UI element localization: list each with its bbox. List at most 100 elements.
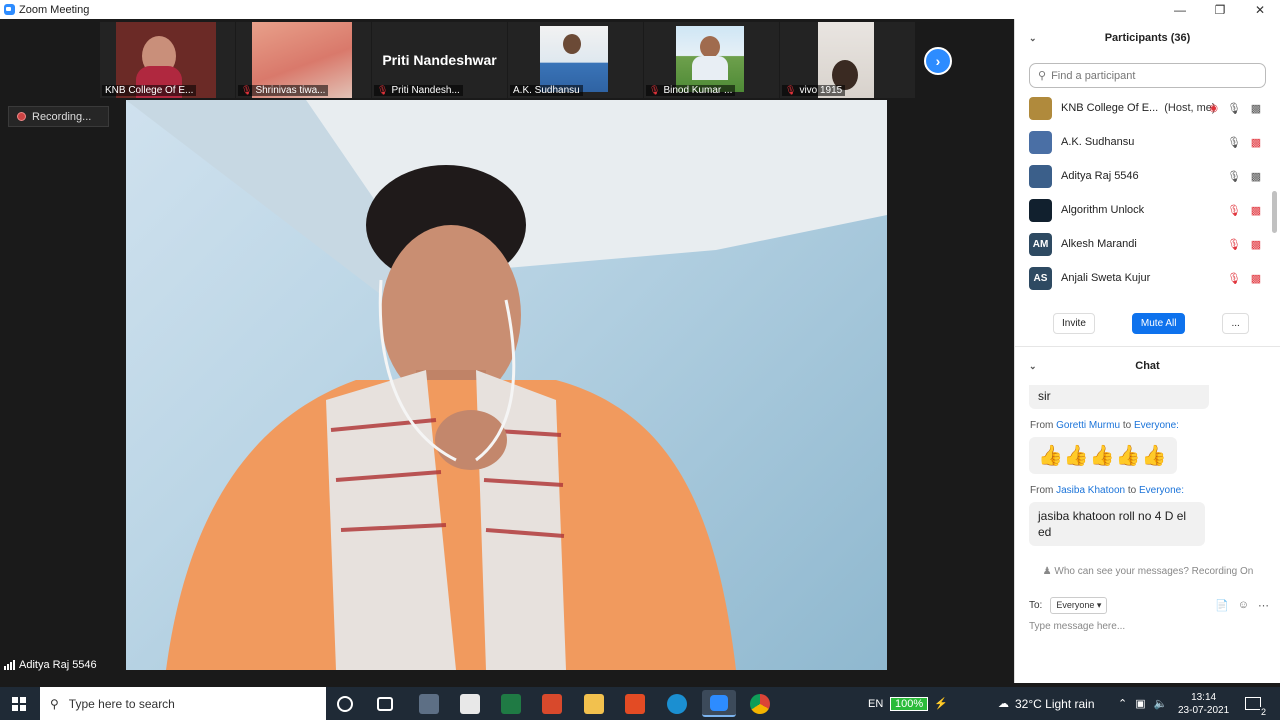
thumbnail-strip: KNB College Of E... 🎙 Shrinivas tiwa... P… bbox=[100, 22, 916, 98]
chrome-icon[interactable] bbox=[750, 694, 770, 714]
recording-dot-icon bbox=[17, 112, 26, 121]
windows-start-icon[interactable] bbox=[12, 697, 26, 711]
video-off-icon[interactable]: ▩ bbox=[1250, 136, 1262, 149]
app-icon[interactable] bbox=[419, 694, 439, 714]
collapse-chevron-icon[interactable]: ⌄ bbox=[1029, 33, 1037, 44]
notification-center[interactable]: 2 bbox=[1245, 687, 1267, 720]
video-camera-icon[interactable]: ▩ bbox=[1250, 170, 1262, 183]
recording-indicator[interactable]: Recording... bbox=[8, 106, 109, 127]
participant-row[interactable]: AS Anjali Sweta Kujur 🎙 ▩ bbox=[1015, 261, 1280, 295]
video-thumbnail[interactable]: 🎙 vivo 1915 bbox=[780, 22, 916, 98]
message-sender-line: From Jasiba Khatoon to Everyone: bbox=[1030, 485, 1185, 496]
side-panel: ⌄ Participants (36) ⚲ Find a participant… bbox=[1014, 19, 1280, 683]
chevron-up-icon[interactable]: ⌃ bbox=[1118, 697, 1127, 710]
battery-indicator[interactable]: 100% bbox=[890, 696, 929, 711]
microphone-off-icon[interactable]: 🎙 bbox=[1227, 204, 1241, 217]
video-thumbnail[interactable]: Priti Nandeshwar 🎙 Priti Nandesh... bbox=[372, 22, 508, 98]
search-icon: ⚲ bbox=[1038, 70, 1047, 82]
chat-message: jasiba khatoon roll no 4 D el ed bbox=[1029, 502, 1205, 546]
recipient-dropdown[interactable]: Everyone ▾ bbox=[1050, 597, 1108, 614]
collapse-chevron-icon[interactable]: ⌄ bbox=[1029, 361, 1037, 372]
avatar bbox=[1029, 96, 1052, 120]
office-icon[interactable] bbox=[625, 694, 645, 714]
zoom-icon[interactable] bbox=[702, 690, 736, 717]
windows-taskbar: ⚲ Type here to search EN 100% ⚡ ☁ 32°C L… bbox=[0, 687, 1280, 720]
file-explorer-icon[interactable] bbox=[584, 694, 604, 714]
video-thumbnail[interactable]: KNB College Of E... bbox=[100, 22, 236, 98]
edge-icon[interactable] bbox=[667, 694, 687, 714]
more-options-button[interactable]: ... bbox=[1222, 313, 1249, 334]
language-indicator[interactable]: EN bbox=[868, 698, 883, 710]
video-off-icon[interactable]: ▩ bbox=[1250, 238, 1262, 251]
microphone-icon[interactable]: 🎙 bbox=[1227, 136, 1241, 149]
microphone-off-icon[interactable]: 🎙 bbox=[1227, 238, 1241, 251]
chat-title: Chat bbox=[1135, 360, 1160, 372]
recipient-link[interactable]: Everyone: bbox=[1134, 420, 1179, 431]
thumbnail-label: 🎙 vivo 1915 bbox=[782, 85, 846, 96]
video-off-icon[interactable]: ▩ bbox=[1250, 272, 1262, 285]
participant-actions: Invite Mute All ... bbox=[1015, 301, 1280, 347]
window-controls: — ❐ ✕ bbox=[1160, 0, 1280, 19]
recipient-link[interactable]: Everyone: bbox=[1139, 485, 1184, 496]
sender-link[interactable]: Goretti Murmu bbox=[1056, 420, 1120, 431]
notification-icon: 2 bbox=[1245, 697, 1267, 717]
participant-row[interactable]: AM Alkesh Marandi 🎙 ▩ bbox=[1015, 227, 1280, 261]
thumbnail-label: KNB College Of E... bbox=[102, 85, 197, 96]
store-icon[interactable] bbox=[460, 694, 480, 714]
taskbar-search-box[interactable]: ⚲ Type here to search bbox=[40, 687, 326, 720]
mic-off-icon: 🎙 bbox=[785, 85, 797, 95]
avatar bbox=[1029, 198, 1052, 222]
video-camera-icon[interactable]: ▩ bbox=[1250, 102, 1262, 115]
maximize-icon[interactable]: ❐ bbox=[1200, 0, 1240, 19]
microphone-off-icon[interactable]: 🎙 bbox=[1227, 272, 1241, 285]
sender-link[interactable]: Jasiba Khatoon bbox=[1056, 485, 1125, 496]
message-visibility-note[interactable]: ♟ Who can see your messages? Recording O… bbox=[1015, 566, 1280, 577]
active-speaker-label: Aditya Raj 5546 bbox=[4, 659, 97, 671]
microphone-icon[interactable]: 🎙 bbox=[1227, 170, 1241, 183]
clock[interactable]: 13:14 23-07-2021 bbox=[1178, 687, 1229, 720]
close-icon[interactable]: ✕ bbox=[1240, 0, 1280, 19]
participant-row[interactable]: Algorithm Unlock 🎙 ▩ bbox=[1015, 193, 1280, 227]
participant-row[interactable]: Aditya Raj 5546 🎙 ▩ bbox=[1015, 159, 1280, 193]
speaker-video-frame bbox=[126, 100, 887, 670]
minimize-icon[interactable]: — bbox=[1160, 0, 1200, 19]
video-thumbnail[interactable]: A.K. Sudhansu bbox=[508, 22, 644, 98]
participant-row[interactable]: KNB College Of E... (Host, me) ◉ 🎙 ▩ bbox=[1015, 91, 1280, 125]
next-page-button[interactable]: › bbox=[924, 47, 952, 75]
avatar bbox=[1029, 130, 1052, 154]
zoom-app-icon bbox=[4, 4, 15, 15]
cortana-icon[interactable] bbox=[337, 696, 353, 712]
participant-list: KNB College Of E... (Host, me) ◉ 🎙 ▩ A.K… bbox=[1015, 91, 1280, 301]
mute-all-button[interactable]: Mute All bbox=[1131, 313, 1186, 334]
more-icon[interactable]: ⋯ bbox=[1258, 599, 1269, 612]
title-bar: Zoom Meeting — ❐ ✕ bbox=[0, 0, 1280, 19]
chat-message-input[interactable]: Type message here... bbox=[1029, 621, 1125, 632]
volume-icon[interactable]: 🔈 bbox=[1154, 697, 1168, 710]
video-thumbnail[interactable]: 🎙 Binod Kumar ... bbox=[644, 22, 780, 98]
mic-off-icon: 🎙 bbox=[241, 85, 253, 95]
video-off-icon[interactable]: ▩ bbox=[1250, 204, 1262, 217]
thumbnail-label: A.K. Sudhansu bbox=[510, 85, 583, 96]
video-area: KNB College Of E... 🎙 Shrinivas tiwa... P… bbox=[0, 19, 1014, 683]
chat-message: sir bbox=[1029, 385, 1209, 409]
microphone-icon[interactable]: 🎙 bbox=[1227, 102, 1241, 115]
invite-button[interactable]: Invite bbox=[1053, 313, 1095, 334]
video-thumbnail[interactable]: 🎙 Shrinivas tiwa... bbox=[236, 22, 372, 98]
recording-icon: ◉ bbox=[1209, 102, 1218, 114]
avatar: AM bbox=[1029, 232, 1052, 256]
thumbnail-label: 🎙 Priti Nandesh... bbox=[374, 85, 463, 96]
excel-icon[interactable] bbox=[501, 694, 521, 714]
participants-scrollbar[interactable] bbox=[1272, 191, 1277, 233]
weather-widget[interactable]: ☁ 32°C Light rain bbox=[998, 687, 1095, 720]
task-view-icon[interactable] bbox=[377, 697, 393, 711]
avatar bbox=[1029, 164, 1052, 188]
app-icon[interactable] bbox=[542, 694, 562, 714]
network-icon[interactable]: ▣ bbox=[1135, 697, 1145, 710]
active-speaker-video bbox=[126, 100, 887, 670]
participant-search-input[interactable]: ⚲ Find a participant bbox=[1029, 63, 1266, 88]
emoji-icon[interactable]: ☺ bbox=[1238, 599, 1249, 612]
chat-recipient-row: To: Everyone ▾ 📄 ☺ ⋯ bbox=[1029, 597, 1269, 614]
file-icon[interactable]: 📄 bbox=[1215, 599, 1229, 612]
participant-row[interactable]: A.K. Sudhansu 🎙 ▩ bbox=[1015, 125, 1280, 159]
thumbnail-label: 🎙 Binod Kumar ... bbox=[646, 85, 736, 96]
